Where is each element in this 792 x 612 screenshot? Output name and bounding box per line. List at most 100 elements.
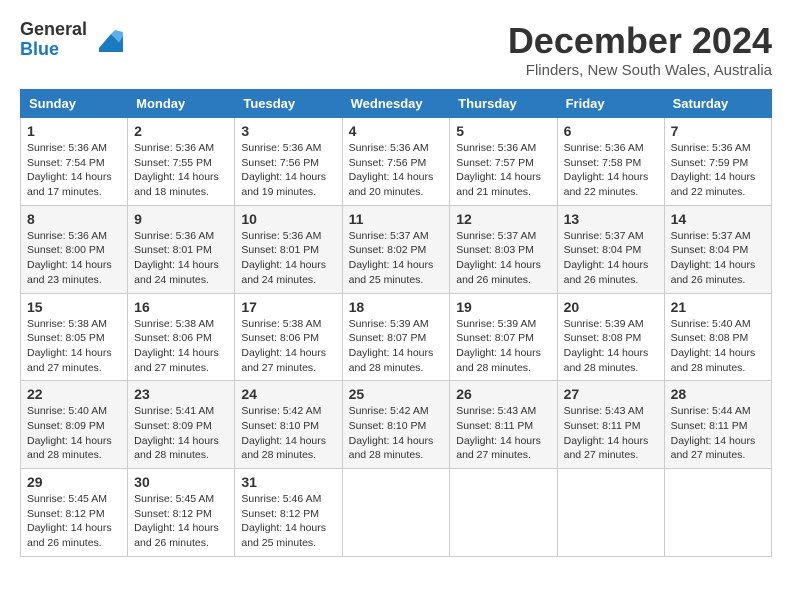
day-cell-17: 17 Sunrise: 5:38 AMSunset: 8:06 PMDaylig… bbox=[235, 293, 342, 381]
calendar-week-row-4: 22 Sunrise: 5:40 AMSunset: 8:09 PMDaylig… bbox=[21, 381, 772, 469]
day-cell-29: 29 Sunrise: 5:45 AMSunset: 8:12 PMDaylig… bbox=[21, 469, 128, 557]
day-cell-21: 21 Sunrise: 5:40 AMSunset: 8:08 PMDaylig… bbox=[664, 293, 771, 381]
day-number: 20 bbox=[564, 299, 658, 315]
header-friday: Friday bbox=[557, 90, 664, 118]
day-number: 5 bbox=[456, 123, 550, 139]
day-cell-10: 10 Sunrise: 5:36 AMSunset: 8:01 PMDaylig… bbox=[235, 205, 342, 293]
day-info: Sunrise: 5:38 AMSunset: 8:06 PMDaylight:… bbox=[134, 318, 219, 374]
day-cell-20: 20 Sunrise: 5:39 AMSunset: 8:08 PMDaylig… bbox=[557, 293, 664, 381]
day-number: 26 bbox=[456, 386, 550, 402]
empty-cell bbox=[664, 469, 771, 557]
day-cell-18: 18 Sunrise: 5:39 AMSunset: 8:07 PMDaylig… bbox=[342, 293, 450, 381]
day-number: 22 bbox=[27, 386, 121, 402]
day-cell-2: 2 Sunrise: 5:36 AMSunset: 7:55 PMDayligh… bbox=[128, 118, 235, 206]
day-cell-28: 28 Sunrise: 5:44 AMSunset: 8:11 PMDaylig… bbox=[664, 381, 771, 469]
day-info: Sunrise: 5:40 AMSunset: 8:09 PMDaylight:… bbox=[27, 405, 112, 461]
day-info: Sunrise: 5:44 AMSunset: 8:11 PMDaylight:… bbox=[671, 405, 756, 461]
day-number: 3 bbox=[241, 123, 335, 139]
calendar-week-row-3: 15 Sunrise: 5:38 AMSunset: 8:05 PMDaylig… bbox=[21, 293, 772, 381]
day-number: 17 bbox=[241, 299, 335, 315]
day-number: 18 bbox=[349, 299, 444, 315]
header: General Blue December 2024 Flinders, New… bbox=[20, 20, 772, 79]
day-cell-26: 26 Sunrise: 5:43 AMSunset: 8:11 PMDaylig… bbox=[450, 381, 557, 469]
day-info: Sunrise: 5:42 AMSunset: 8:10 PMDaylight:… bbox=[241, 405, 326, 461]
month-title: December 2024 bbox=[508, 20, 772, 62]
day-cell-15: 15 Sunrise: 5:38 AMSunset: 8:05 PMDaylig… bbox=[21, 293, 128, 381]
day-number: 28 bbox=[671, 386, 765, 402]
day-info: Sunrise: 5:45 AMSunset: 8:12 PMDaylight:… bbox=[27, 493, 112, 549]
day-number: 15 bbox=[27, 299, 121, 315]
day-info: Sunrise: 5:36 AMSunset: 8:00 PMDaylight:… bbox=[27, 230, 112, 286]
day-number: 12 bbox=[456, 211, 550, 227]
day-number: 19 bbox=[456, 299, 550, 315]
day-number: 9 bbox=[134, 211, 228, 227]
logo: General Blue bbox=[20, 20, 123, 60]
logo-blue: Blue bbox=[20, 40, 87, 60]
day-number: 13 bbox=[564, 211, 658, 227]
day-cell-30: 30 Sunrise: 5:45 AMSunset: 8:12 PMDaylig… bbox=[128, 469, 235, 557]
day-info: Sunrise: 5:36 AMSunset: 7:54 PMDaylight:… bbox=[27, 142, 112, 198]
day-info: Sunrise: 5:42 AMSunset: 8:10 PMDaylight:… bbox=[349, 405, 434, 461]
day-number: 11 bbox=[349, 211, 444, 227]
day-cell-7: 7 Sunrise: 5:36 AMSunset: 7:59 PMDayligh… bbox=[664, 118, 771, 206]
location-subtitle: Flinders, New South Wales, Australia bbox=[508, 62, 772, 79]
day-cell-3: 3 Sunrise: 5:36 AMSunset: 7:56 PMDayligh… bbox=[235, 118, 342, 206]
day-cell-19: 19 Sunrise: 5:39 AMSunset: 8:07 PMDaylig… bbox=[450, 293, 557, 381]
day-info: Sunrise: 5:36 AMSunset: 7:57 PMDaylight:… bbox=[456, 142, 541, 198]
day-cell-27: 27 Sunrise: 5:43 AMSunset: 8:11 PMDaylig… bbox=[557, 381, 664, 469]
empty-cell bbox=[557, 469, 664, 557]
title-area: December 2024 Flinders, New South Wales,… bbox=[508, 20, 772, 79]
day-cell-11: 11 Sunrise: 5:37 AMSunset: 8:02 PMDaylig… bbox=[342, 205, 450, 293]
day-info: Sunrise: 5:36 AMSunset: 7:59 PMDaylight:… bbox=[671, 142, 756, 198]
logo-icon bbox=[91, 24, 123, 56]
day-number: 25 bbox=[349, 386, 444, 402]
day-number: 1 bbox=[27, 123, 121, 139]
day-number: 16 bbox=[134, 299, 228, 315]
day-cell-12: 12 Sunrise: 5:37 AMSunset: 8:03 PMDaylig… bbox=[450, 205, 557, 293]
header-tuesday: Tuesday bbox=[235, 90, 342, 118]
logo-general: General bbox=[20, 20, 87, 40]
day-cell-5: 5 Sunrise: 5:36 AMSunset: 7:57 PMDayligh… bbox=[450, 118, 557, 206]
calendar-week-row-2: 8 Sunrise: 5:36 AMSunset: 8:00 PMDayligh… bbox=[21, 205, 772, 293]
day-cell-1: 1 Sunrise: 5:36 AMSunset: 7:54 PMDayligh… bbox=[21, 118, 128, 206]
day-number: 8 bbox=[27, 211, 121, 227]
day-info: Sunrise: 5:38 AMSunset: 8:05 PMDaylight:… bbox=[27, 318, 112, 374]
day-info: Sunrise: 5:36 AMSunset: 8:01 PMDaylight:… bbox=[134, 230, 219, 286]
day-number: 14 bbox=[671, 211, 765, 227]
header-monday: Monday bbox=[128, 90, 235, 118]
day-number: 27 bbox=[564, 386, 658, 402]
day-info: Sunrise: 5:36 AMSunset: 8:01 PMDaylight:… bbox=[241, 230, 326, 286]
day-info: Sunrise: 5:37 AMSunset: 8:04 PMDaylight:… bbox=[564, 230, 649, 286]
day-info: Sunrise: 5:37 AMSunset: 8:03 PMDaylight:… bbox=[456, 230, 541, 286]
day-cell-8: 8 Sunrise: 5:36 AMSunset: 8:00 PMDayligh… bbox=[21, 205, 128, 293]
calendar-header-row: Sunday Monday Tuesday Wednesday Thursday… bbox=[21, 90, 772, 118]
day-number: 10 bbox=[241, 211, 335, 227]
day-info: Sunrise: 5:36 AMSunset: 7:55 PMDaylight:… bbox=[134, 142, 219, 198]
calendar-table: Sunday Monday Tuesday Wednesday Thursday… bbox=[20, 89, 772, 557]
empty-cell bbox=[450, 469, 557, 557]
day-cell-22: 22 Sunrise: 5:40 AMSunset: 8:09 PMDaylig… bbox=[21, 381, 128, 469]
page-container: General Blue December 2024 Flinders, New… bbox=[20, 20, 772, 557]
day-info: Sunrise: 5:45 AMSunset: 8:12 PMDaylight:… bbox=[134, 493, 219, 549]
day-number: 21 bbox=[671, 299, 765, 315]
day-info: Sunrise: 5:43 AMSunset: 8:11 PMDaylight:… bbox=[564, 405, 649, 461]
day-info: Sunrise: 5:36 AMSunset: 7:56 PMDaylight:… bbox=[349, 142, 434, 198]
day-info: Sunrise: 5:46 AMSunset: 8:12 PMDaylight:… bbox=[241, 493, 326, 549]
day-cell-23: 23 Sunrise: 5:41 AMSunset: 8:09 PMDaylig… bbox=[128, 381, 235, 469]
day-info: Sunrise: 5:37 AMSunset: 8:02 PMDaylight:… bbox=[349, 230, 434, 286]
day-number: 23 bbox=[134, 386, 228, 402]
day-cell-14: 14 Sunrise: 5:37 AMSunset: 8:04 PMDaylig… bbox=[664, 205, 771, 293]
day-info: Sunrise: 5:37 AMSunset: 8:04 PMDaylight:… bbox=[671, 230, 756, 286]
header-sunday: Sunday bbox=[21, 90, 128, 118]
header-thursday: Thursday bbox=[450, 90, 557, 118]
day-cell-31: 31 Sunrise: 5:46 AMSunset: 8:12 PMDaylig… bbox=[235, 469, 342, 557]
empty-cell bbox=[342, 469, 450, 557]
day-cell-24: 24 Sunrise: 5:42 AMSunset: 8:10 PMDaylig… bbox=[235, 381, 342, 469]
calendar-week-row-5: 29 Sunrise: 5:45 AMSunset: 8:12 PMDaylig… bbox=[21, 469, 772, 557]
day-number: 4 bbox=[349, 123, 444, 139]
day-number: 29 bbox=[27, 474, 121, 490]
logo-text: General Blue bbox=[20, 20, 87, 60]
day-number: 31 bbox=[241, 474, 335, 490]
day-cell-6: 6 Sunrise: 5:36 AMSunset: 7:58 PMDayligh… bbox=[557, 118, 664, 206]
day-info: Sunrise: 5:39 AMSunset: 8:08 PMDaylight:… bbox=[564, 318, 649, 374]
